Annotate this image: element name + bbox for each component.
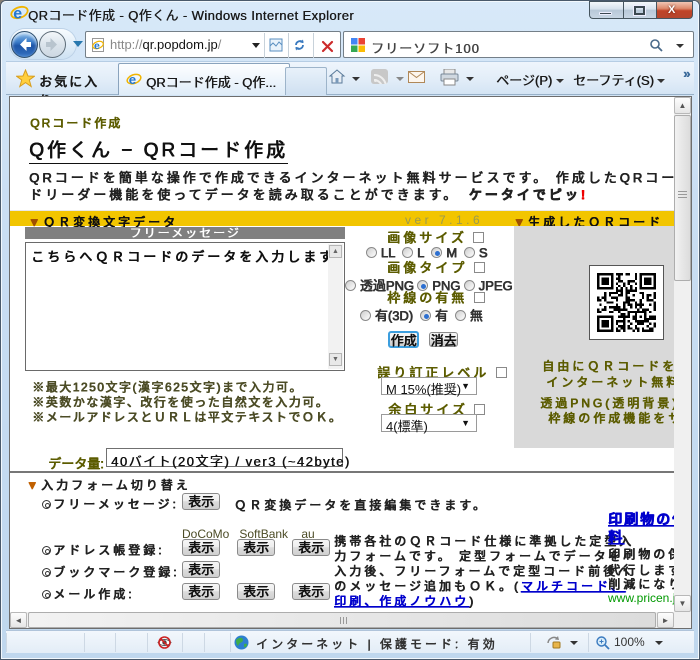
svg-text:e: e: [129, 72, 136, 87]
svg-text:e: e: [94, 40, 100, 52]
svg-text:e: e: [13, 6, 22, 23]
